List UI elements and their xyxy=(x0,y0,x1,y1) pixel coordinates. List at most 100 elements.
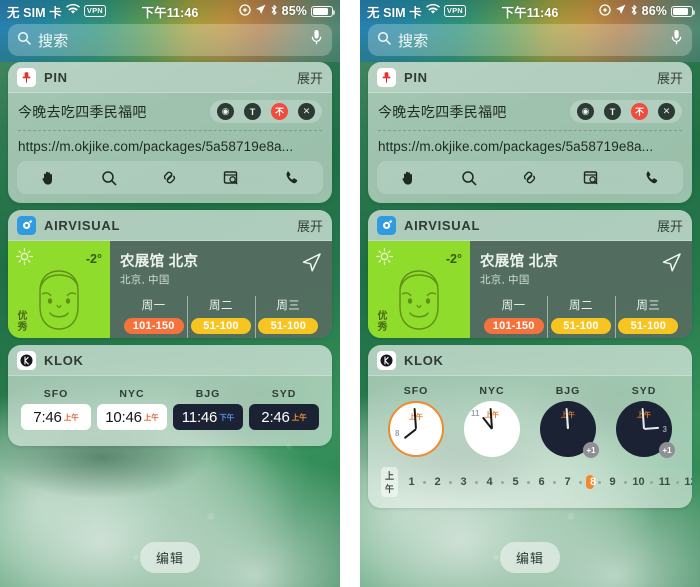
timeline-hour[interactable]: 7 xyxy=(560,476,575,488)
clock-time: 10:46 xyxy=(105,408,142,426)
pin-note-text: 今晚去吃四季民福吧 xyxy=(18,103,147,120)
clock-corner-number: 8 xyxy=(395,429,400,438)
widget-airvisual-right[interactable]: AIRVISUAL 展开 -2° 优秀 农展馆 北京 北京, 中国 周一 101… xyxy=(368,210,692,338)
widget-pin-left[interactable]: PIN 展开 今晚去吃四季民福吧 ◉ T 不 ✕ https://m.okjik… xyxy=(8,62,332,203)
clock-city: NYC xyxy=(119,388,145,400)
phone-icon[interactable] xyxy=(634,170,670,186)
edit-button[interactable]: 编辑 xyxy=(139,542,200,573)
widget-airvisual-left[interactable]: AIRVISUAL 展开 -2° 优秀 农展馆 北京 北京, 中国 周一 101… xyxy=(8,210,332,338)
clock-item[interactable]: SYD 上午 3 +1 xyxy=(607,385,681,458)
location-arrow-icon xyxy=(615,4,626,18)
station-region: 北京, 中国 xyxy=(480,274,530,286)
timeline-hour[interactable]: 1 xyxy=(404,476,419,488)
widget-klok-left[interactable]: KLOK SFO 7:46 上午 NYC 10:46 上午 BJG 11:46 … xyxy=(8,345,332,446)
clock-item[interactable]: BJG 上午 +1 xyxy=(531,385,605,458)
timeline-hour[interactable]: 3 xyxy=(456,476,471,488)
search-area-right: 搜索 xyxy=(360,22,700,56)
search-action-button[interactable]: ◉ xyxy=(217,103,234,120)
widget-pin-right[interactable]: PIN 展开 今晚去吃四季民福吧 ◉ T 不 ✕ https://m.okjik… xyxy=(368,62,692,203)
today-view-panel-right: 无 SIM 卡 VPN 下午11:46 86% 搜索 PIN 展开 今晚去吃四季… xyxy=(360,0,700,587)
edit-button[interactable]: 编辑 xyxy=(499,542,560,573)
hour-timeline[interactable]: 上午 1 2 3 4 5 6 7 8 9 10 11 1 xyxy=(378,465,692,499)
clock-city: BJG xyxy=(195,388,221,400)
microphone-icon[interactable] xyxy=(670,29,683,51)
edit-area-right: 编辑 xyxy=(360,542,700,573)
timeline-hour[interactable]: 10 xyxy=(631,476,646,488)
clock-item[interactable]: BJG 11:46 下午 xyxy=(173,388,243,430)
clock-time: 7:46 xyxy=(33,408,62,426)
forecast-day-label: 周三 xyxy=(636,300,661,312)
timeline-hour[interactable]: 9 xyxy=(605,476,620,488)
happy-face-icon xyxy=(28,267,90,338)
search-input[interactable]: 搜索 xyxy=(368,24,692,56)
forecast-day-label: 周一 xyxy=(501,300,526,312)
search-action-button[interactable]: ◉ xyxy=(577,103,594,120)
close-action-button[interactable]: ✕ xyxy=(658,103,675,120)
station-name: 农展馆 北京 xyxy=(480,254,559,270)
clock-item[interactable]: NYC 10:46 上午 xyxy=(97,388,167,430)
expand-button-pin[interactable]: 展开 xyxy=(297,68,323,87)
forecast-aqi-pill: 51-100 xyxy=(618,318,679,334)
forecast-aqi-pill: 101-150 xyxy=(123,318,184,334)
widget-header-pin: PIN 展开 xyxy=(8,62,332,93)
timeline-hour[interactable]: 2 xyxy=(430,476,445,488)
timeline-dot xyxy=(579,480,583,484)
airvisual-detail: 农展馆 北京 北京, 中国 周一 101-150 周二 51-100 周三 51… xyxy=(110,241,332,338)
timeline-hour[interactable]: 12 xyxy=(683,476,692,488)
forecast-day-label: 周二 xyxy=(568,300,593,312)
widget-title-pin: PIN xyxy=(404,69,428,85)
search-icon[interactable] xyxy=(451,170,487,186)
timeline-hour[interactable]: 5 xyxy=(508,476,523,488)
hand-icon[interactable] xyxy=(390,170,426,186)
hand-icon[interactable] xyxy=(30,170,66,186)
forecast-aqi-pill: 101-150 xyxy=(483,318,544,334)
timeline-hour[interactable]: 11 xyxy=(657,476,672,488)
aqi-forecast: 周一 101-150 周二 51-100 周三 51-100 xyxy=(480,296,682,338)
clock-item[interactable]: SFO 7:46 上午 xyxy=(21,388,91,430)
location-arrow-icon xyxy=(255,4,266,18)
pin-action-button[interactable]: 不 xyxy=(631,103,648,120)
link-icon[interactable] xyxy=(512,169,548,186)
document-search-icon[interactable] xyxy=(573,170,609,186)
vpn-badge: VPN xyxy=(443,5,466,17)
clock-item[interactable]: NYC 上午 11 xyxy=(455,385,529,457)
station-region: 北京, 中国 xyxy=(120,274,170,286)
forecast-day: 周三 51-100 xyxy=(614,296,682,338)
expand-button-airvisual[interactable]: 展开 xyxy=(297,216,323,235)
forecast-aqi-pill: 51-100 xyxy=(190,318,251,334)
pin-url-text[interactable]: https://m.okjike.com/packages/5a58719e8a… xyxy=(368,131,692,161)
text-action-button[interactable]: T xyxy=(244,103,261,120)
widget-title-klok: KLOK xyxy=(404,352,444,368)
widget-klok-right[interactable]: KLOK SFO 上午 8 xyxy=(368,345,692,508)
clock-item[interactable]: SFO 上午 8 xyxy=(379,385,453,457)
expand-button-airvisual[interactable]: 展开 xyxy=(657,216,683,235)
timeline-dot xyxy=(475,480,479,484)
timeline-hour-active[interactable]: 8 xyxy=(586,475,596,489)
clock-corner-number: 3 xyxy=(662,425,667,434)
pin-action-button[interactable]: 不 xyxy=(271,103,288,120)
text-action-button[interactable]: T xyxy=(604,103,621,120)
document-search-icon[interactable] xyxy=(213,170,249,186)
clock-item[interactable]: SYD 2:46 上午 xyxy=(249,388,319,430)
forecast-aqi-pill: 51-100 xyxy=(258,318,319,334)
phone-icon[interactable] xyxy=(274,170,310,186)
close-action-button[interactable]: ✕ xyxy=(298,103,315,120)
day-offset-badge: +1 xyxy=(659,442,675,458)
search-input[interactable]: 搜索 xyxy=(8,24,332,56)
happy-face-icon xyxy=(388,267,450,338)
air-quality-panel: -2° 优秀 xyxy=(368,241,470,338)
search-icon[interactable] xyxy=(91,170,127,186)
link-icon[interactable] xyxy=(152,169,188,186)
alarm-icon xyxy=(599,3,611,19)
battery-icon xyxy=(671,5,696,17)
navigation-arrow-icon xyxy=(661,252,682,278)
pin-url-text[interactable]: https://m.okjike.com/packages/5a58719e8a… xyxy=(8,131,332,161)
hour-hand xyxy=(643,426,660,431)
timeline-hour[interactable]: 6 xyxy=(534,476,549,488)
timeline-hour[interactable]: 4 xyxy=(482,476,497,488)
clock-dial: 上午 8 xyxy=(388,401,444,457)
expand-button-pin[interactable]: 展开 xyxy=(657,68,683,87)
widget-title-airvisual: AIRVISUAL xyxy=(44,217,121,233)
microphone-icon[interactable] xyxy=(310,29,323,51)
pin-action-group: ◉ T 不 ✕ xyxy=(570,100,682,123)
